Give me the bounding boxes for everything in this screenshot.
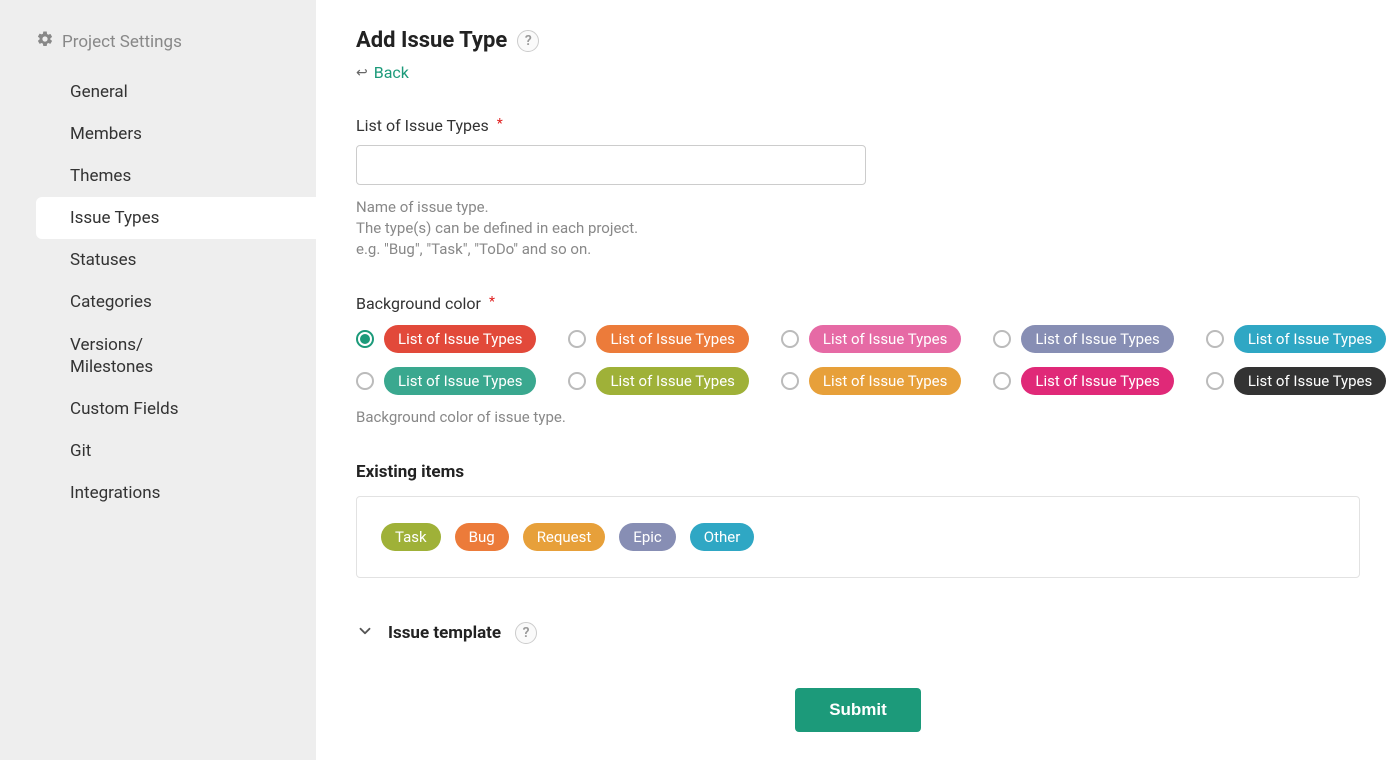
issue-types-label: List of Issue Types <box>356 116 489 135</box>
issue-types-input[interactable] <box>356 145 866 185</box>
sidebar-heading: Project Settings <box>0 30 316 61</box>
bg-color-field: Background color * List of Issue Types L… <box>356 294 1360 428</box>
bg-color-option-10[interactable]: List of Issue Types <box>1206 367 1386 395</box>
chevron-down-icon <box>356 622 374 644</box>
sidebar-item-members[interactable]: Members <box>0 113 316 155</box>
bg-color-option-7[interactable]: List of Issue Types <box>568 367 748 395</box>
required-mark: * <box>489 294 495 310</box>
sidebar-item-git[interactable]: Git <box>0 430 316 472</box>
radio-icon[interactable] <box>781 330 799 348</box>
bg-color-option-8[interactable]: List of Issue Types <box>781 367 961 395</box>
back-link-row: ↩ Back <box>356 63 1360 82</box>
sidebar-item-themes[interactable]: Themes <box>0 155 316 197</box>
existing-items-box: Task Bug Request Epic Other <box>356 496 1360 578</box>
issue-types-field: List of Issue Types * Name of issue type… <box>356 116 1360 260</box>
back-link[interactable]: Back <box>374 63 409 82</box>
radio-icon[interactable] <box>568 372 586 390</box>
bg-color-label: Background color <box>356 294 481 313</box>
sidebar-item-custom-fields[interactable]: Custom Fields <box>0 388 316 430</box>
undo-icon: ↩ <box>356 65 368 81</box>
existing-item: Request <box>523 523 606 551</box>
radio-icon[interactable] <box>356 330 374 348</box>
bg-color-hint: Background color of issue type. <box>356 407 1360 428</box>
color-pill: List of Issue Types <box>809 325 961 353</box>
gear-icon <box>36 30 54 53</box>
existing-item: Bug <box>455 523 509 551</box>
radio-icon[interactable] <box>1206 372 1224 390</box>
radio-icon[interactable] <box>356 372 374 390</box>
radio-icon[interactable] <box>993 330 1011 348</box>
existing-item: Epic <box>619 523 675 551</box>
sidebar: Project Settings General Members Themes … <box>0 0 316 760</box>
color-pill: List of Issue Types <box>596 325 748 353</box>
bg-color-option-5[interactable]: List of Issue Types <box>1206 325 1386 353</box>
required-mark: * <box>497 116 503 132</box>
existing-items-title: Existing items <box>356 462 1360 482</box>
field-label-row: List of Issue Types * <box>356 116 1360 135</box>
color-pill: List of Issue Types <box>1021 325 1173 353</box>
sidebar-item-statuses[interactable]: Statuses <box>0 239 316 281</box>
bg-color-option-4[interactable]: List of Issue Types <box>993 325 1173 353</box>
sidebar-items: General Members Themes Issue Types Statu… <box>0 61 316 514</box>
color-pill: List of Issue Types <box>596 367 748 395</box>
color-pill: List of Issue Types <box>1234 367 1386 395</box>
field-label-row: Background color * <box>356 294 1360 313</box>
page-title-row: Add Issue Type ? <box>356 28 1360 53</box>
radio-icon[interactable] <box>781 372 799 390</box>
sidebar-item-versions-milestones[interactable]: Versions/ Milestones <box>0 324 316 388</box>
sidebar-heading-text: Project Settings <box>62 32 182 52</box>
bg-color-option-2[interactable]: List of Issue Types <box>568 325 748 353</box>
issue-template-title: Issue template <box>388 623 501 643</box>
submit-button[interactable]: Submit <box>795 688 921 732</box>
bg-color-option-1[interactable]: List of Issue Types <box>356 325 536 353</box>
bg-color-option-3[interactable]: List of Issue Types <box>781 325 961 353</box>
bg-color-option-6[interactable]: List of Issue Types <box>356 367 536 395</box>
sidebar-item-categories[interactable]: Categories <box>0 281 316 323</box>
sidebar-item-issue-types[interactable]: Issue Types <box>36 197 316 239</box>
bg-color-option-9[interactable]: List of Issue Types <box>993 367 1173 395</box>
color-pill: List of Issue Types <box>384 367 536 395</box>
sidebar-item-integrations[interactable]: Integrations <box>0 472 316 514</box>
existing-item: Task <box>381 523 441 551</box>
issue-template-toggle[interactable]: Issue template ? <box>356 622 1360 644</box>
color-pill: List of Issue Types <box>1234 325 1386 353</box>
help-icon[interactable]: ? <box>517 30 539 52</box>
submit-row: Submit <box>356 688 1360 732</box>
color-pill: List of Issue Types <box>809 367 961 395</box>
existing-item: Other <box>690 523 755 551</box>
color-pill: List of Issue Types <box>384 325 536 353</box>
issue-types-hint: Name of issue type. The type(s) can be d… <box>356 197 1360 260</box>
radio-icon[interactable] <box>1206 330 1224 348</box>
color-pill: List of Issue Types <box>1021 367 1173 395</box>
page-title: Add Issue Type <box>356 28 507 53</box>
help-icon[interactable]: ? <box>515 622 537 644</box>
sidebar-item-general[interactable]: General <box>0 71 316 113</box>
bg-color-grid: List of Issue Types List of Issue Types … <box>356 325 1360 395</box>
main: Add Issue Type ? ↩ Back List of Issue Ty… <box>316 0 1400 760</box>
radio-icon[interactable] <box>993 372 1011 390</box>
radio-icon[interactable] <box>568 330 586 348</box>
